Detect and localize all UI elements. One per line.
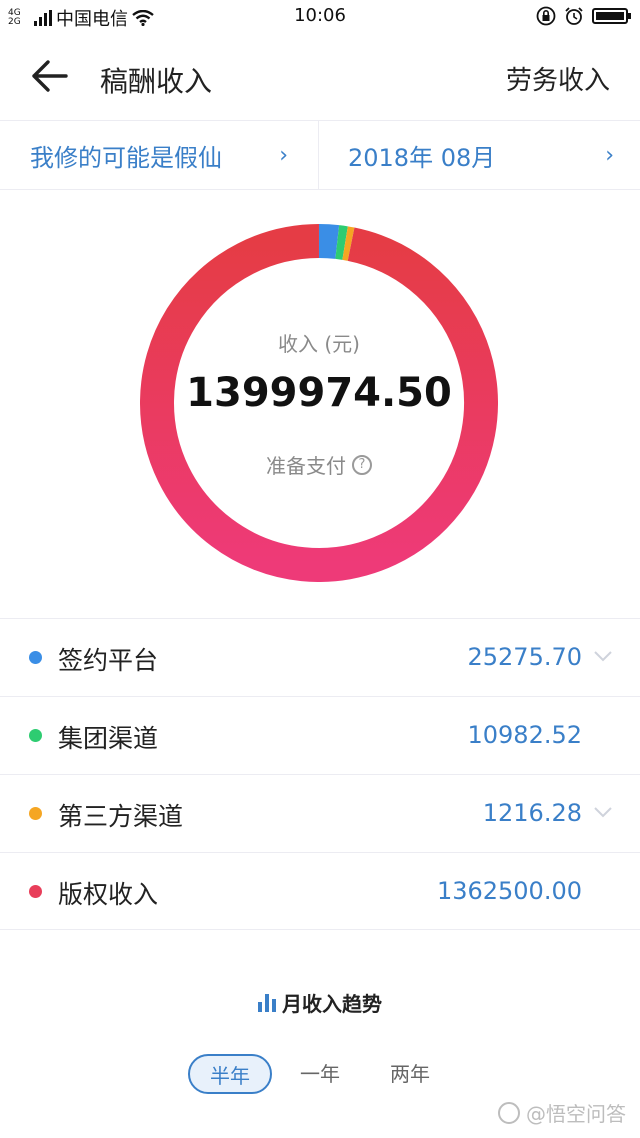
author-selector[interactable]: 我修的可能是假仙 › bbox=[30, 121, 288, 189]
chevron-right-icon: › bbox=[605, 142, 614, 168]
tab-one-year[interactable]: 一年 bbox=[288, 1054, 352, 1094]
donut-center: 收入 (元) 1399974.50 准备支付 ? bbox=[140, 224, 498, 582]
chevron-down-icon[interactable] bbox=[592, 801, 614, 823]
legend-dot bbox=[29, 651, 42, 664]
monthly-trend-label: 月收入趋势 bbox=[282, 992, 382, 1016]
legend-dot bbox=[29, 729, 42, 742]
row-name: 集团渠道 bbox=[58, 724, 159, 753]
labor-income-link[interactable]: 劳务收入 bbox=[506, 60, 610, 97]
income-row-copyright: 版权收入 1362500.00 bbox=[0, 852, 640, 930]
tab-two-years[interactable]: 两年 bbox=[378, 1054, 442, 1094]
income-row-group-channel: 集团渠道 10982.52 bbox=[0, 696, 640, 774]
chevron-right-icon: › bbox=[279, 142, 288, 168]
period-value: 2018年 08月 bbox=[348, 143, 496, 172]
row-value: 1362500.00 bbox=[436, 877, 582, 905]
battery-icon bbox=[592, 8, 631, 24]
total-income-amount: 1399974.50 bbox=[186, 370, 452, 416]
legend-dot bbox=[29, 807, 42, 820]
watermark-logo-icon bbox=[498, 1101, 520, 1124]
filter-bar: 我修的可能是假仙 › 2018年 08月 › bbox=[0, 120, 640, 190]
row-value: 1216.28 bbox=[482, 799, 582, 827]
row-value: 25275.70 bbox=[467, 643, 582, 671]
payment-status: 准备支付 ? bbox=[140, 450, 498, 479]
status-right bbox=[536, 6, 631, 26]
row-value: 10982.52 bbox=[467, 721, 582, 749]
alarm-icon bbox=[565, 7, 583, 25]
chevron-down-icon[interactable] bbox=[592, 645, 614, 667]
nav-bar: 稿酬收入 劳务收入 bbox=[0, 40, 640, 116]
watermark: @悟空问答 bbox=[498, 1098, 626, 1127]
row-name: 第三方渠道 bbox=[58, 802, 184, 831]
payment-status-text: 准备支付 bbox=[266, 454, 346, 478]
trend-range-tabs: 半年 一年 两年 bbox=[0, 1054, 640, 1098]
help-icon[interactable]: ? bbox=[352, 454, 372, 475]
monthly-trend-title: 月收入趋势 bbox=[0, 988, 640, 1017]
tab-half-year[interactable]: 半年 bbox=[188, 1054, 272, 1094]
income-label: 收入 (元) bbox=[278, 332, 360, 356]
filter-divider bbox=[318, 121, 319, 189]
page-title: 稿酬收入 bbox=[100, 65, 213, 98]
period-selector[interactable]: 2018年 08月 › bbox=[348, 121, 614, 189]
lock-rotation-icon bbox=[536, 6, 556, 26]
row-name: 版权收入 bbox=[58, 880, 159, 909]
back-arrow-icon[interactable] bbox=[28, 54, 72, 98]
bar-chart-icon bbox=[258, 993, 276, 1012]
row-name: 签约平台 bbox=[58, 646, 159, 675]
legend-dot bbox=[29, 885, 42, 898]
income-row-signed-platform[interactable]: 签约平台 25275.70 bbox=[0, 618, 640, 696]
status-bar: 4G 2G 中国电信 10:06 bbox=[0, 0, 640, 34]
income-row-third-party-channel[interactable]: 第三方渠道 1216.28 bbox=[0, 774, 640, 852]
income-list: 签约平台 25275.70 集团渠道 10982.52 第三方渠道 1216.2… bbox=[0, 618, 640, 930]
author-name: 我修的可能是假仙 bbox=[30, 143, 222, 172]
watermark-text: @悟空问答 bbox=[526, 1102, 626, 1126]
